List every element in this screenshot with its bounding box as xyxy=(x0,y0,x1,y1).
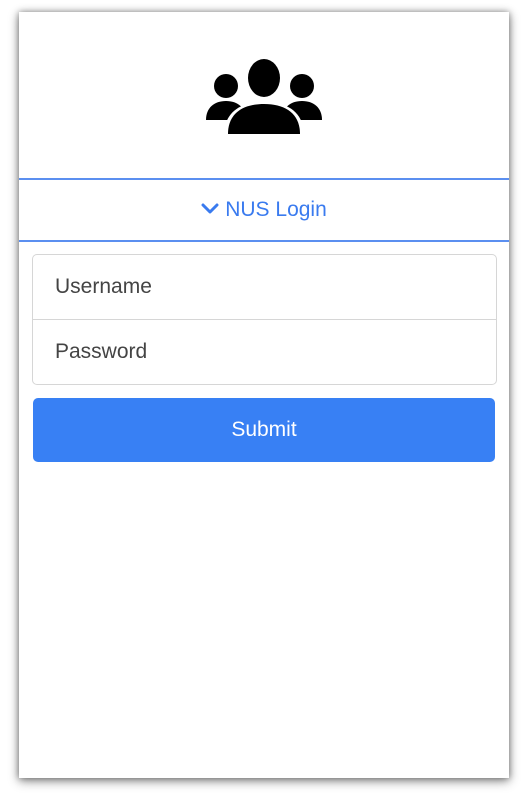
nus-login-toggle[interactable]: NUS Login xyxy=(19,178,509,242)
users-group-icon xyxy=(206,56,322,136)
chevron-down-icon xyxy=(201,203,219,214)
login-form xyxy=(32,254,497,385)
password-input[interactable] xyxy=(32,319,497,385)
username-input[interactable] xyxy=(32,254,497,320)
section-title: NUS Login xyxy=(225,198,327,221)
page: NUS Login Submit xyxy=(0,0,528,806)
login-card: NUS Login Submit xyxy=(19,12,509,778)
logo-area xyxy=(19,12,509,178)
submit-button[interactable]: Submit xyxy=(33,398,495,462)
